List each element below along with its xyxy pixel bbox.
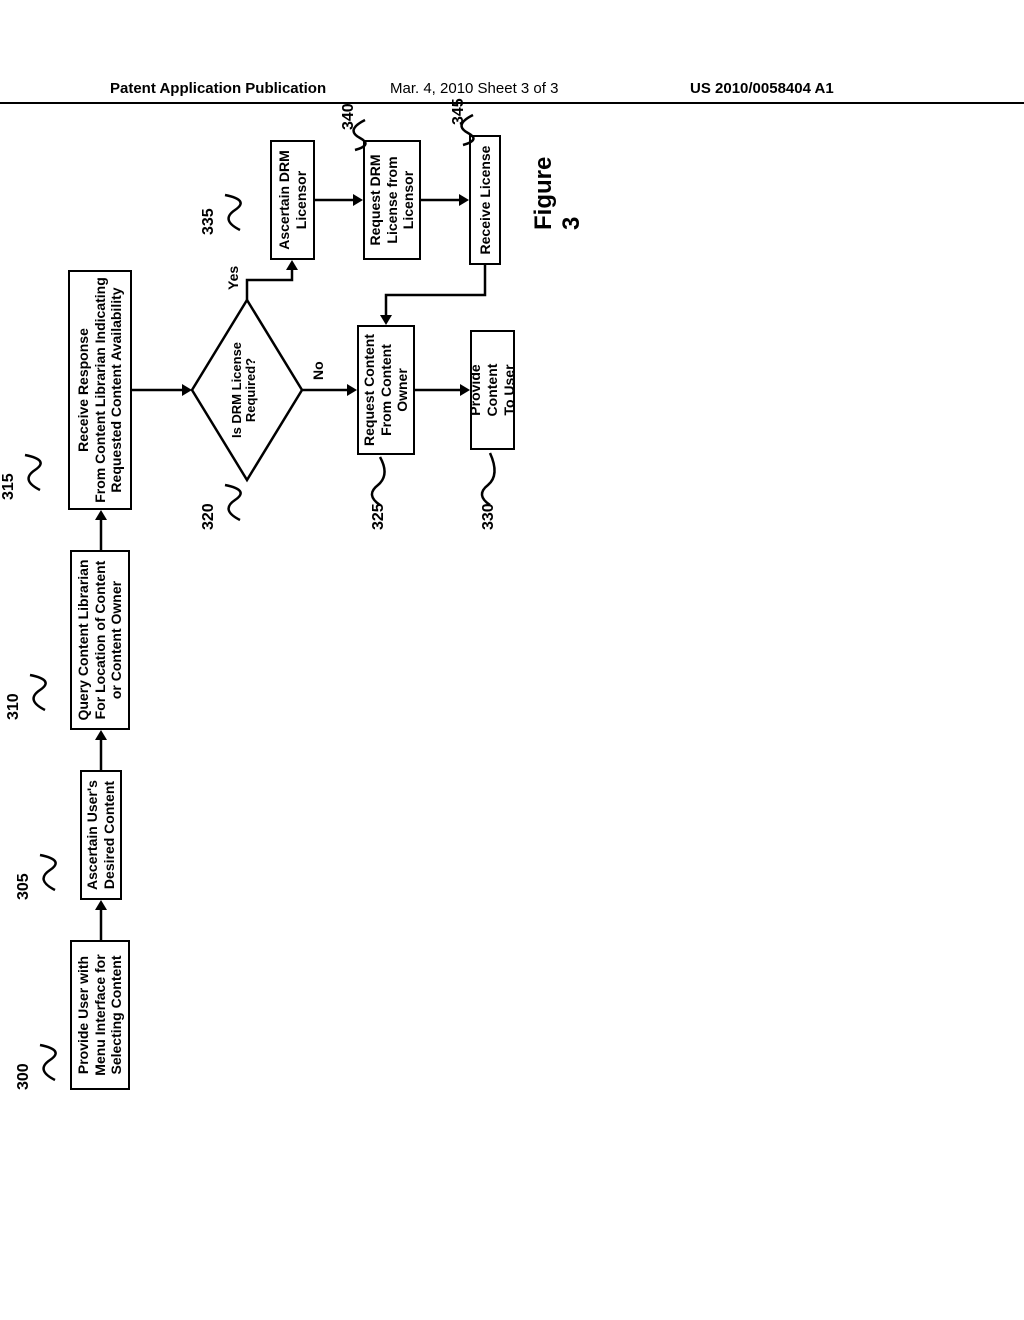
flowchart-diagram: Provide User withMenu Interface forSelec… xyxy=(70,330,970,1090)
arrow-335-340 xyxy=(315,194,363,206)
leader-315 xyxy=(20,450,40,490)
arrow-305-310 xyxy=(95,730,107,770)
leader-305 xyxy=(35,850,55,890)
decision-320-text: Is DRM LicenseRequired? xyxy=(230,325,259,455)
box-325: Request ContentFrom ContentOwner xyxy=(357,325,415,455)
figure-caption: Figure 3 xyxy=(530,157,586,230)
ref-320: 320 xyxy=(200,503,218,530)
ref-315: 315 xyxy=(0,473,18,500)
header-date-sheet: Mar. 4, 2010 Sheet 3 of 3 xyxy=(390,80,558,97)
header-docnum: US 2010/0058404 A1 xyxy=(690,80,834,97)
arrow-325-330 xyxy=(415,384,470,396)
ref-300: 300 xyxy=(15,1063,33,1090)
leader-320 xyxy=(220,480,240,520)
label-yes: Yes xyxy=(225,266,241,290)
leader-325 xyxy=(370,455,390,505)
arrow-315-320 xyxy=(132,384,192,396)
box-310: Query Content LibrarianFor Location of C… xyxy=(70,550,130,730)
leader-300 xyxy=(35,1040,55,1080)
leader-345 xyxy=(453,110,473,145)
box-345: Receive License xyxy=(469,135,501,265)
leader-340 xyxy=(345,115,365,150)
arrow-320-325 xyxy=(302,384,357,396)
arrow-yes-335 xyxy=(242,260,302,300)
box-330: Provide ContentTo User xyxy=(470,330,515,450)
ref-310: 310 xyxy=(5,693,23,720)
box-335: Ascertain DRMLicensor xyxy=(270,140,315,260)
ref-335: 335 xyxy=(200,208,218,235)
leader-310 xyxy=(25,670,45,710)
arrow-340-345 xyxy=(421,194,469,206)
ref-325: 325 xyxy=(370,503,388,530)
leader-335 xyxy=(220,190,240,230)
box-300: Provide User withMenu Interface forSelec… xyxy=(70,940,130,1090)
header-publication: Patent Application Publication xyxy=(110,80,326,97)
ref-305: 305 xyxy=(15,873,33,900)
box-340: Request DRMLicense fromLicensor xyxy=(363,140,421,260)
arrow-300-305 xyxy=(95,900,107,940)
box-315: Receive ResponseFrom Content Librarian I… xyxy=(68,270,132,510)
arrow-345-325b xyxy=(380,265,490,325)
page-header: Patent Application Publication Mar. 4, 2… xyxy=(0,80,1024,104)
leader-330 xyxy=(480,450,500,505)
ref-330: 330 xyxy=(480,503,498,530)
box-305: Ascertain User'sDesired Content xyxy=(80,770,122,900)
arrow-310-315 xyxy=(95,510,107,550)
label-no: No xyxy=(310,361,326,380)
